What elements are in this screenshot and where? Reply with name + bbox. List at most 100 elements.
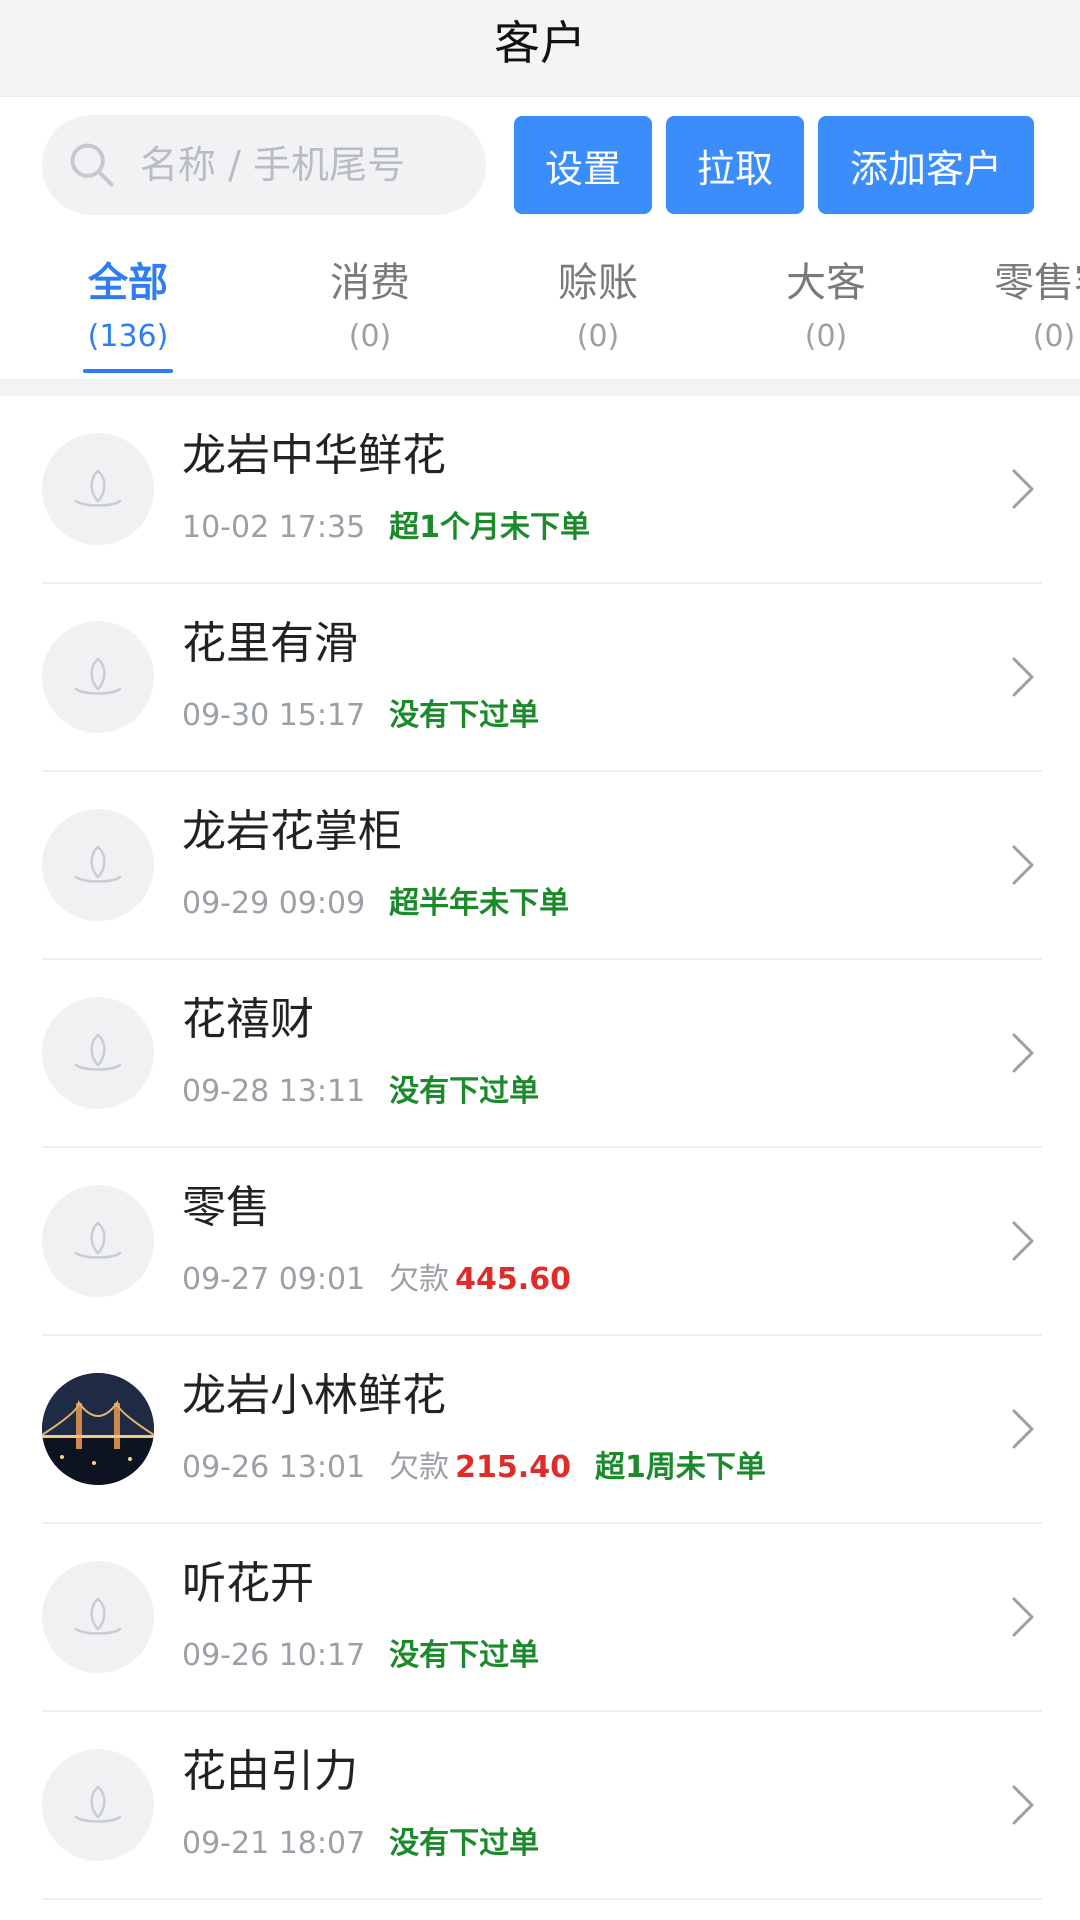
search-icon (70, 143, 114, 187)
tab-label: 零售客 (994, 260, 1080, 306)
tab-count: (136) (87, 319, 169, 354)
tab-all[interactable]: 全部 (136) (0, 233, 256, 379)
tab-label: 全部 (88, 260, 168, 306)
debt-label: 欠款 (389, 1262, 450, 1298)
customer-subline: 09-27 09:01 欠款 445.60 (182, 1254, 1010, 1298)
customer-subline: 09-30 15:17 没有下过单 (182, 690, 1010, 734)
tab-label: 消费 (330, 260, 410, 306)
order-status: 没有下过单 (389, 698, 540, 734)
last-order-time: 09-29 09:09 (182, 886, 366, 922)
customer-list: 龙岩中华鲜花 10-02 17:35 超1个月未下单 花里有滑 09-30 15… (0, 396, 1080, 1900)
section-divider (0, 380, 1080, 396)
customer-subline: 09-21 18:07 没有下过单 (182, 1818, 1010, 1862)
tab-retail-customer[interactable]: 零售客 (0) (940, 233, 1080, 379)
tab-count: (0) (576, 319, 620, 354)
customer-info: 龙岩小林鲜花 09-26 13:01 欠款 215.40 超1周未下单 (182, 1369, 1010, 1486)
avatar (42, 621, 154, 733)
customer-subline: 09-29 09:09 超半年未下单 (182, 878, 1010, 922)
customer-info: 花禧财 09-28 13:11 没有下过单 (182, 993, 1010, 1110)
chevron-right-icon (1012, 1409, 1034, 1449)
tab-count: (0) (348, 319, 392, 354)
customer-name: 听花开 (182, 1557, 314, 1609)
action-bar: 设置 拉取 添加客户 (0, 97, 1080, 233)
last-order-time: 09-30 15:17 (182, 698, 366, 734)
avatar-photo (42, 1373, 154, 1485)
tab-bar: 全部 (136) 消费 (0) 赊账 (0) 大客 (0) 零售客 (0) (0, 233, 1080, 380)
last-order-time: 09-26 10:17 (182, 1638, 366, 1674)
last-order-time: 09-26 13:01 (182, 1450, 366, 1486)
default-avatar-icon (74, 1785, 122, 1823)
avatar (42, 809, 154, 921)
chevron-right-icon (1012, 1221, 1034, 1261)
customer-row[interactable]: 龙岩花掌柜 09-29 09:09 超半年未下单 (42, 772, 1042, 960)
chevron-right-icon (1012, 845, 1034, 885)
order-status: 超半年未下单 (389, 886, 570, 922)
customer-name: 花由引力 (182, 1745, 358, 1797)
settings-button[interactable]: 设置 (514, 116, 652, 214)
last-order-time: 10-02 17:35 (182, 510, 366, 546)
customer-info: 零售 09-27 09:01 欠款 445.60 (182, 1181, 1010, 1298)
customer-info: 花里有滑 09-30 15:17 没有下过单 (182, 617, 1010, 734)
add-customer-button[interactable]: 添加客户 (818, 116, 1034, 214)
debt-amount: 215.40 (455, 1450, 571, 1486)
default-avatar-icon (74, 1597, 122, 1635)
customer-info: 龙岩花掌柜 09-29 09:09 超半年未下单 (182, 805, 1010, 922)
customer-subline: 09-26 10:17 没有下过单 (182, 1630, 1010, 1674)
debt-label: 欠款 (389, 1450, 450, 1486)
customer-name: 花禧财 (182, 993, 314, 1045)
customer-row[interactable]: 听花开 09-26 10:17 没有下过单 (42, 1524, 1042, 1712)
avatar (42, 1185, 154, 1297)
chevron-right-icon (1012, 469, 1034, 509)
chevron-right-icon (1012, 1033, 1034, 1073)
default-avatar-icon (74, 845, 122, 883)
search-box[interactable] (42, 115, 486, 215)
customer-name: 零售 (182, 1181, 270, 1233)
customer-subline: 09-26 13:01 欠款 215.40 超1周未下单 (182, 1442, 1010, 1486)
chevron-right-icon (1012, 1597, 1034, 1637)
debt-amount: 445.60 (455, 1262, 571, 1298)
tab-label: 赊账 (558, 260, 638, 306)
customer-name: 龙岩中华鲜花 (182, 429, 446, 481)
chevron-right-icon (1012, 657, 1034, 697)
page-title: 客户 (494, 16, 586, 70)
tab-consume[interactable]: 消费 (0) (256, 233, 484, 379)
customer-subline: 10-02 17:35 超1个月未下单 (182, 502, 1010, 546)
default-avatar-icon (74, 657, 122, 695)
avatar (42, 997, 154, 1109)
default-avatar-icon (74, 1033, 122, 1071)
tab-count: (0) (804, 319, 848, 354)
customer-row[interactable]: 龙岩小林鲜花 09-26 13:01 欠款 215.40 超1周未下单 (42, 1336, 1042, 1524)
last-order-time: 09-27 09:01 (182, 1262, 366, 1298)
customer-name: 龙岩花掌柜 (182, 805, 402, 857)
customer-info: 听花开 09-26 10:17 没有下过单 (182, 1557, 1010, 1674)
tab-big-customer[interactable]: 大客 (0) (712, 233, 940, 379)
tab-label: 大客 (786, 260, 866, 306)
customer-name: 花里有滑 (182, 617, 358, 669)
customer-name: 龙岩小林鲜花 (182, 1369, 446, 1421)
pull-button[interactable]: 拉取 (666, 116, 804, 214)
tab-count: (0) (1032, 319, 1076, 354)
default-avatar-icon (74, 1221, 122, 1259)
chevron-right-icon (1012, 1785, 1034, 1825)
order-status: 没有下过单 (389, 1638, 540, 1674)
customer-row[interactable]: 龙岩中华鲜花 10-02 17:35 超1个月未下单 (42, 396, 1042, 584)
customer-row[interactable]: 零售 09-27 09:01 欠款 445.60 (42, 1148, 1042, 1336)
order-status: 超1周未下单 (594, 1450, 766, 1486)
avatar (42, 1749, 154, 1861)
default-avatar-icon (74, 469, 122, 507)
order-status: 没有下过单 (389, 1074, 540, 1110)
active-tab-indicator (83, 369, 173, 373)
last-order-time: 09-21 18:07 (182, 1826, 366, 1862)
bridge-photo-icon (42, 1373, 154, 1485)
customer-row[interactable]: 花里有滑 09-30 15:17 没有下过单 (42, 584, 1042, 772)
customer-info: 龙岩中华鲜花 10-02 17:35 超1个月未下单 (182, 429, 1010, 546)
customer-row[interactable]: 花由引力 09-21 18:07 没有下过单 (42, 1712, 1042, 1900)
avatar (42, 433, 154, 545)
customer-row[interactable]: 花禧财 09-28 13:11 没有下过单 (42, 960, 1042, 1148)
avatar (42, 1561, 154, 1673)
customer-subline: 09-28 13:11 没有下过单 (182, 1066, 1010, 1110)
last-order-time: 09-28 13:11 (182, 1074, 366, 1110)
order-status: 超1个月未下单 (389, 510, 591, 546)
tab-credit[interactable]: 赊账 (0) (484, 233, 712, 379)
search-input[interactable] (138, 142, 462, 188)
